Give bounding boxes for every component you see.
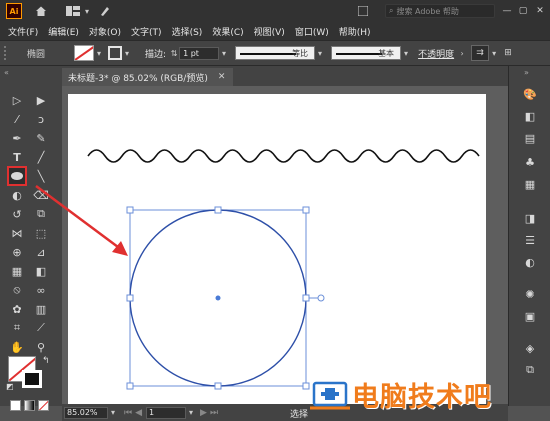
next-page-icon[interactable]: ▶: [200, 408, 207, 418]
chevron-down-icon[interactable]: ▾: [186, 408, 196, 418]
color-guide-icon[interactable]: ◧: [522, 108, 538, 124]
prev-page-icon[interactable]: ◀: [135, 408, 142, 418]
computer-icon: [310, 381, 350, 409]
first-page-icon[interactable]: ⏮: [124, 408, 132, 418]
collapse-icon[interactable]: »: [524, 68, 529, 77]
watermark: 电脑技术吧: [308, 368, 550, 421]
zoom-field[interactable]: 85.02%: [64, 406, 108, 419]
brushes-icon[interactable]: ♣: [522, 154, 538, 170]
appearance-panel-icon[interactable]: ✺: [522, 286, 538, 302]
stroke-panel-icon[interactable]: ☰: [522, 232, 538, 248]
last-page-icon[interactable]: ⏭: [210, 408, 218, 418]
layers-panel-icon[interactable]: ◈: [522, 340, 538, 356]
status-text: 选择: [290, 410, 309, 420]
graphic-styles-icon[interactable]: ▣: [522, 308, 538, 324]
swatches-icon[interactable]: ▤: [522, 130, 538, 146]
gradient-panel-icon[interactable]: ◨: [522, 210, 538, 226]
chevron-down-icon[interactable]: ▾: [108, 408, 118, 418]
annotation-arrow: [35, 184, 128, 256]
symbols-icon[interactable]: ▦: [522, 176, 538, 192]
watermark-text: 电脑技术吧: [352, 382, 492, 413]
page-field[interactable]: 1: [146, 406, 187, 419]
panel-dock: » 🎨 ◧ ▤ ♣ ▦ ◨ ☰ ◐ ✺ ▣ ◈ ⧉: [508, 66, 550, 406]
transparency-panel-icon[interactable]: ◐: [522, 254, 538, 270]
color-panel-icon[interactable]: 🎨: [522, 86, 538, 102]
